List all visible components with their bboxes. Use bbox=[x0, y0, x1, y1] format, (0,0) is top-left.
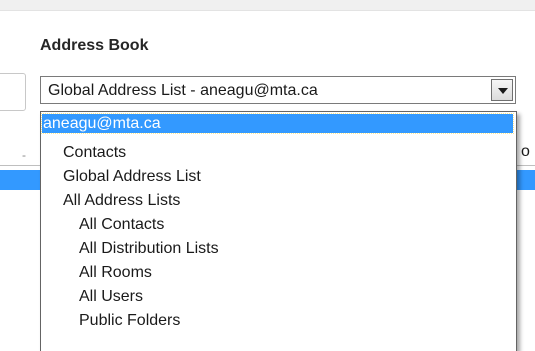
background-column-glyph: - bbox=[22, 148, 26, 162]
address-book-dropdown-button[interactable] bbox=[491, 79, 513, 101]
dropdown-item-all-rooms[interactable]: All Rooms bbox=[41, 261, 152, 285]
dropdown-item-all-distribution-lists[interactable]: All Distribution Lists bbox=[41, 237, 219, 261]
dropdown-item-all-contacts[interactable]: All Contacts bbox=[41, 213, 164, 237]
dropdown-item-all-users[interactable]: All Users bbox=[41, 285, 143, 309]
background-selected-row-right bbox=[517, 170, 535, 190]
dropdown-item-all-address-lists[interactable]: All Address Lists bbox=[41, 189, 180, 213]
dropdown-item-global-address-list[interactable]: Global Address List bbox=[41, 165, 201, 189]
background-header-divider bbox=[0, 165, 40, 166]
dropdown-item-aneagu[interactable]: aneagu@mta.ca bbox=[41, 113, 514, 134]
address-book-combobox-value: Global Address List - aneagu@mta.ca bbox=[48, 82, 318, 99]
left-partial-field bbox=[0, 73, 26, 111]
chevron-down-icon bbox=[498, 88, 508, 94]
background-selected-row bbox=[0, 170, 40, 190]
background-column-header-fragment: o bbox=[521, 143, 530, 160]
background-header-divider-right bbox=[517, 165, 535, 166]
address-book-dropdown-list[interactable]: aneagu@mta.ca Contacts Global Address Li… bbox=[40, 111, 517, 351]
dropdown-item-public-folders[interactable]: Public Folders bbox=[41, 309, 180, 333]
dropdown-item-contacts[interactable]: Contacts bbox=[41, 141, 126, 165]
address-book-combobox[interactable]: Global Address List - aneagu@mta.ca bbox=[40, 76, 516, 104]
top-band bbox=[0, 0, 535, 11]
section-title: Address Book bbox=[40, 37, 149, 54]
